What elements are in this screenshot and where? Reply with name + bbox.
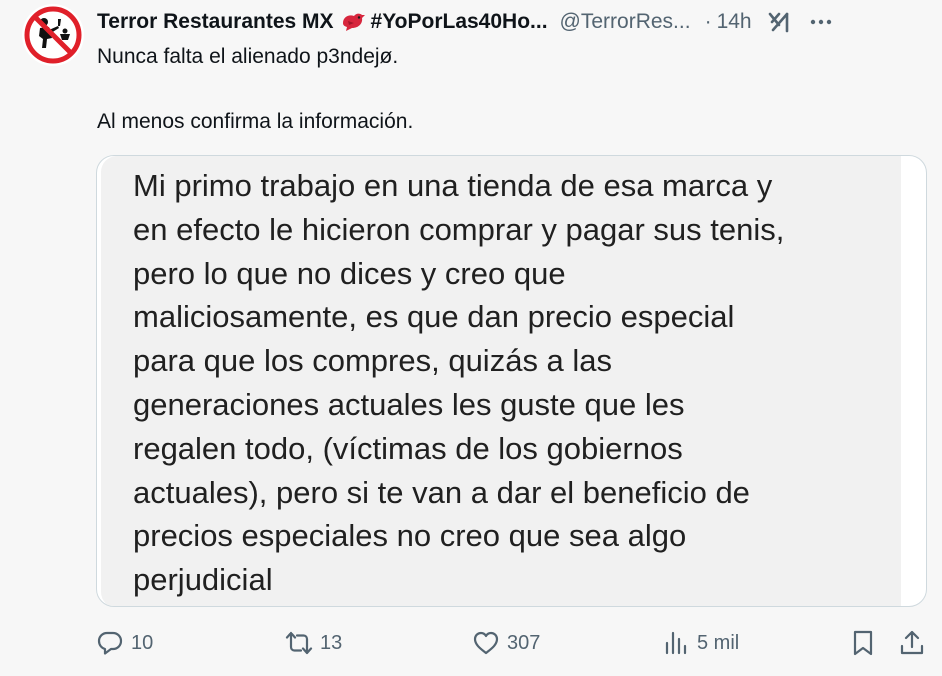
screenshot-text-line: generaciones actuales les guste que les: [133, 386, 685, 422]
author-display-name[interactable]: Terror Restaurantes MX: [97, 10, 334, 34]
views-count: 5 mil: [697, 631, 740, 654]
author-handle[interactable]: @TerrorRes...: [560, 10, 691, 34]
views-chart-icon: [665, 631, 687, 655]
bookmark-icon: [853, 630, 873, 656]
views-button[interactable]: 5 mil: [662, 628, 739, 658]
like-button[interactable]: 307: [472, 628, 540, 658]
screenshot-image-background: Mi primo trabajo en una tienda de esa ma…: [101, 156, 901, 606]
avatar[interactable]: [22, 4, 84, 66]
tweet-media-image[interactable]: Mi primo trabajo en una tienda de esa ma…: [96, 155, 927, 607]
retweet-count: 13: [320, 631, 343, 654]
heart-icon: [473, 631, 499, 655]
screenshot-text-line: maliciosamente, es que dan precio especi…: [133, 299, 735, 335]
separator-dot: ·: [704, 10, 712, 33]
grok-icon[interactable]: [766, 8, 794, 36]
like-count: 307: [507, 631, 541, 654]
tweet-actions-bar: 10 13 307 5 mil: [0, 620, 942, 666]
reply-count: 10: [131, 631, 154, 654]
share-button[interactable]: [898, 628, 926, 658]
more-options-icon[interactable]: [808, 9, 834, 35]
bookmark-button[interactable]: [849, 628, 877, 658]
screenshot-text-line: perjudicial: [133, 562, 273, 598]
screenshot-text-line: en efecto le hicieron comprar y pagar su…: [133, 211, 785, 247]
reply-button[interactable]: 10: [96, 628, 153, 658]
tweet-text-line: Nunca falta el alienado p3ndejø.: [97, 45, 399, 68]
no-restaurant-sign-icon: [24, 6, 82, 64]
screenshot-text-line: actuales), pero si te van a dar el benef…: [133, 474, 750, 510]
screenshot-text-line: regalen todo, (víctimas de los gobiernos: [133, 430, 683, 466]
screenshot-text-line: para que los compres, quizás a las: [133, 343, 613, 379]
screenshot-text-line: precios especiales no creo que sea algo: [133, 518, 687, 554]
share-icon: [900, 630, 924, 655]
screenshot-text: Mi primo trabajo en una tienda de esa ma…: [133, 164, 893, 602]
tweet-time[interactable]: 14h: [717, 10, 752, 34]
screenshot-text-line: pero lo que no dices y creo que: [133, 255, 566, 291]
tweet[interactable]: Terror Restaurantes MX #YoPorLas40Ho... …: [0, 0, 942, 676]
reply-icon: [97, 631, 123, 655]
author-hashtag: #YoPorLas40Ho...: [370, 10, 548, 33]
bird-emoji-icon: [340, 11, 366, 33]
tweet-text-line: Al menos confirma la información.: [97, 110, 414, 133]
retweet-icon: [285, 631, 313, 655]
screenshot-text-line: Mi primo trabajo en una tienda de esa ma…: [133, 168, 773, 203]
retweet-button[interactable]: 13: [285, 628, 342, 658]
tweet-header: Terror Restaurantes MX #YoPorLas40Ho... …: [97, 7, 932, 37]
